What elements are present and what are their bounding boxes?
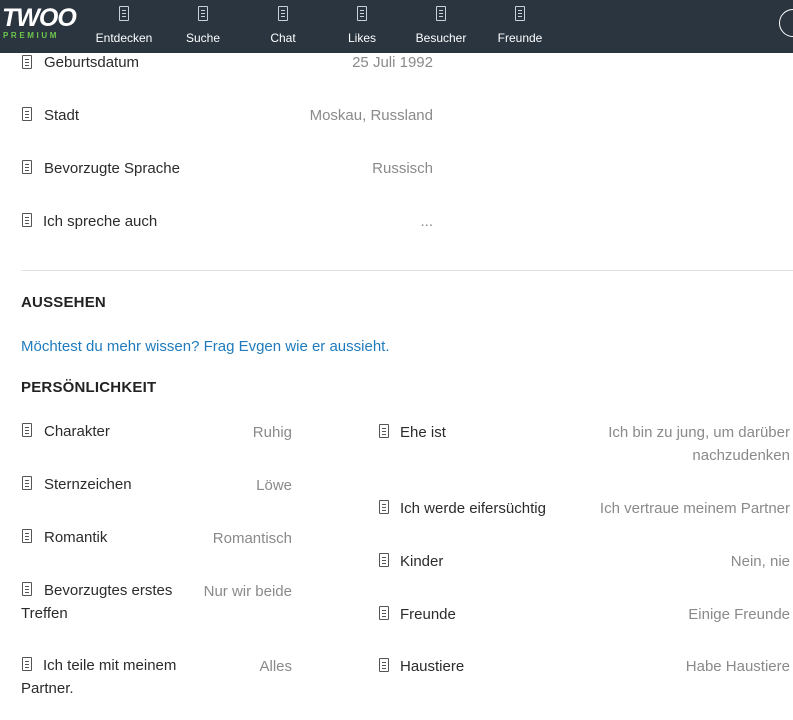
section-title-persoenlichkeit: PERSÖNLICHKEIT: [21, 379, 157, 396]
other-languages-icon: [22, 213, 32, 227]
field-label: Stadt: [44, 107, 80, 124]
nav-label: Chat: [270, 31, 296, 45]
discover-icon: [119, 6, 129, 21]
romance-icon: [22, 529, 32, 543]
logo-premium-label: PREMIUM: [3, 31, 59, 40]
field-value: Ruhig: [252, 424, 292, 441]
field-value: Habe Haustiere: [685, 658, 790, 675]
likes-icon: [357, 6, 367, 21]
children-icon: [379, 553, 389, 567]
nav-label: Likes: [347, 31, 376, 45]
section-title-aussehen: AUSSEHEN: [21, 294, 106, 311]
friends-icon: [515, 6, 525, 21]
nav-item-likes[interactable]: Likes: [322, 0, 402, 53]
field-label: Ich spreche auch: [43, 213, 158, 230]
section-divider: [21, 270, 793, 271]
nav-item-chat[interactable]: Chat: [243, 0, 323, 53]
nav-label: Entdecken: [95, 31, 153, 45]
nav-label: Freunde: [497, 31, 543, 45]
chat-icon: [278, 6, 288, 21]
field-value: Romantisch: [212, 530, 292, 547]
field-label: Geburtsdatum: [44, 54, 140, 71]
profile-circle-button[interactable]: [779, 9, 793, 37]
nav-item-freunde[interactable]: Freunde: [480, 0, 560, 53]
first-date-icon: [22, 582, 32, 596]
field-value: ...: [420, 213, 433, 230]
pets-icon: [379, 658, 389, 672]
marriage-icon: [379, 424, 389, 438]
field-label: Ich teile mit meinem: [43, 657, 177, 674]
field-value: Nein, nie: [730, 553, 790, 570]
nav-label: Suche: [185, 31, 221, 45]
field-label: Freunde: [400, 606, 456, 623]
field-value: Nur wir beide: [203, 583, 292, 600]
twoo-logo[interactable]: TWOO PREMIUM: [2, 4, 80, 44]
nav-label: Besucher: [415, 31, 467, 45]
field-label: Bevorzugtes erstes: [44, 582, 173, 599]
birthday-icon: [22, 55, 32, 69]
field-value-continued: nachzudenken: [692, 447, 790, 464]
nav-item-besucher[interactable]: Besucher: [401, 0, 481, 53]
field-label: Haustiere: [400, 658, 465, 675]
field-value: Russisch: [372, 160, 433, 177]
search-icon: [198, 6, 208, 21]
character-icon: [22, 423, 32, 437]
field-value: 25 Juli 1992: [352, 54, 433, 71]
field-value: Ich vertraue meinem Partner: [599, 500, 790, 517]
field-value: Einige Freunde: [688, 606, 790, 623]
field-label: Ehe ist: [400, 424, 446, 441]
field-label: Ich werde eifersüchtig: [400, 500, 546, 517]
nav-item-entdecken[interactable]: Entdecken: [84, 0, 164, 53]
friends-icon: [379, 606, 389, 620]
top-navigation-bar: TWOO PREMIUM Entdecken Suche Chat Likes …: [0, 0, 793, 53]
field-label: Sternzeichen: [44, 476, 132, 493]
jealousy-icon: [379, 500, 389, 514]
field-value: Ich bin zu jung, um darüber: [608, 424, 790, 441]
field-label: Bevorzugte Sprache: [44, 160, 180, 177]
nav-item-suche[interactable]: Suche: [163, 0, 243, 53]
ask-appearance-link[interactable]: Möchtest du mehr wissen? Frag Evgen wie …: [21, 337, 390, 357]
city-icon: [22, 107, 32, 121]
field-label: Romantik: [44, 529, 108, 546]
logo-text: TWOO: [2, 4, 77, 32]
field-value: Löwe: [256, 477, 292, 494]
field-value: Alles: [259, 658, 292, 675]
visitors-icon: [436, 6, 446, 21]
zodiac-icon: [22, 476, 32, 490]
field-label: Kinder: [400, 553, 444, 570]
field-label-continued: Partner.: [21, 680, 74, 697]
sharing-icon: [22, 657, 32, 671]
field-label: Charakter: [44, 423, 110, 440]
language-icon: [22, 160, 32, 174]
field-label-continued: Treffen: [21, 605, 68, 622]
field-value: Moskau, Russland: [309, 107, 433, 124]
